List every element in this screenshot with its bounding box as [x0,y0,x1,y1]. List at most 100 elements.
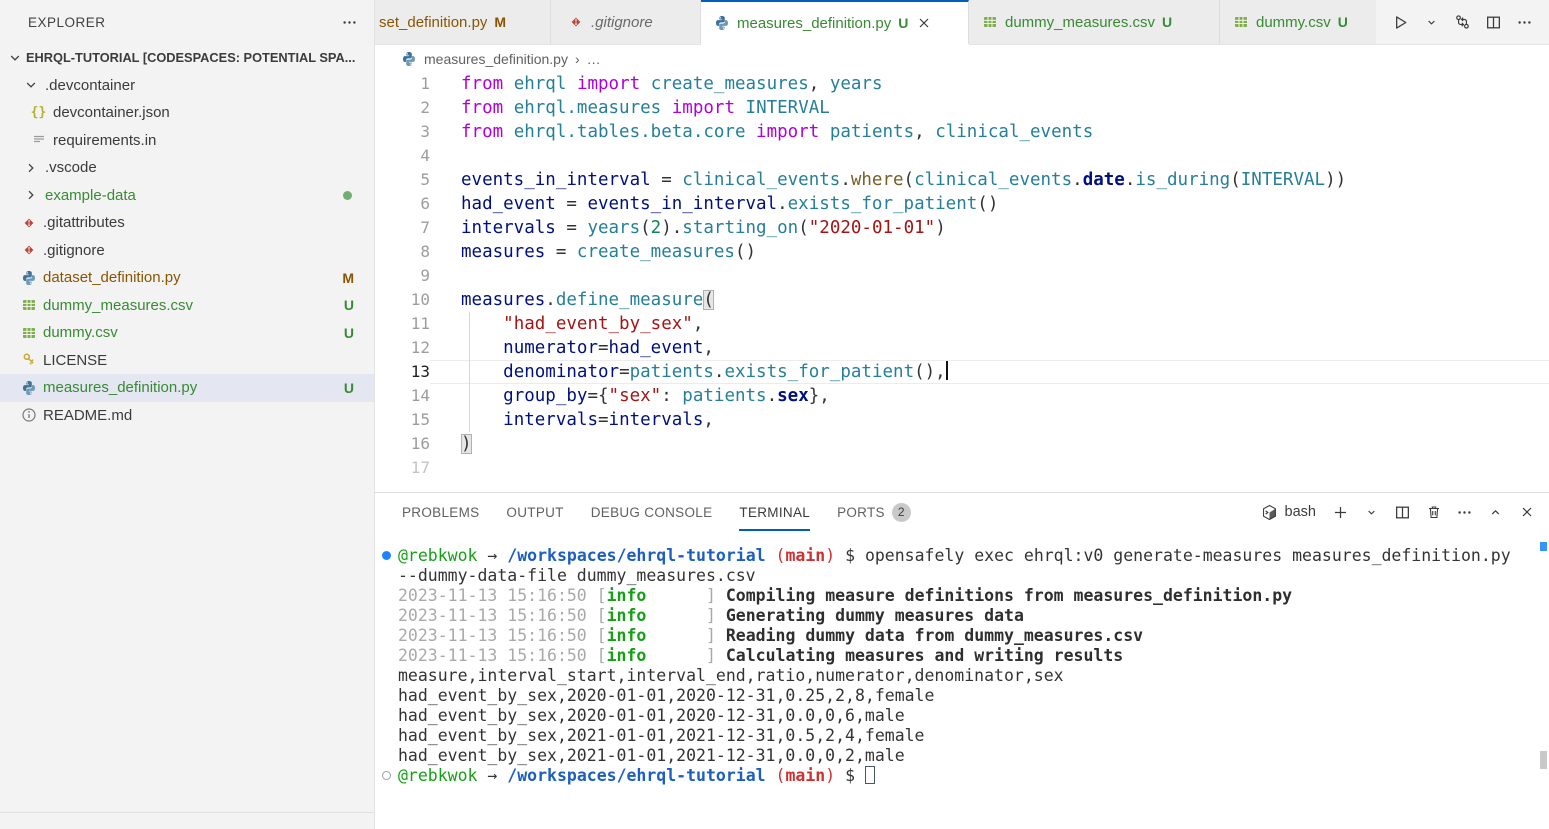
code-token: : [661,386,682,406]
code-token [746,122,757,142]
split-terminal-button[interactable] [1394,504,1411,521]
tree-item-license[interactable]: LICENSE [0,347,374,375]
run-button[interactable] [1392,14,1409,31]
terminal-token [766,766,776,785]
terminal-token: Compiling measure definitions from measu… [726,586,1292,605]
tree-item-example-data[interactable]: example-data [0,182,374,210]
code-line: 1from ehrql import create_measures, year… [375,72,1549,96]
line-number: 7 [375,216,430,240]
code-line: 11 "had_event_by_sex", [375,312,1549,336]
tab-dummy-measures-csv[interactable]: dummy_measures.csvU [969,0,1220,44]
panel-tab-ports[interactable]: PORTS2 [837,493,911,531]
tree-item-devcontainer[interactable]: .devcontainer [0,72,374,100]
tree-item-dummy-csv[interactable]: dummy.csvU [0,319,374,347]
code-token: ( [1230,170,1241,190]
code-line: 5events_in_interval = clinical_events.wh… [375,168,1549,192]
editor-tab-bar: set_definition.pyM.gitignoremeasures_def… [375,0,1549,45]
new-terminal-button[interactable] [1332,504,1349,521]
tree-item-vscode[interactable]: .vscode [0,154,374,182]
tree-item-dummy-measures-csv[interactable]: dummy_measures.csvU [0,292,374,320]
panel-tab-debug-console[interactable]: DEBUG CONSOLE [591,493,713,531]
terminal-token: main [785,766,825,785]
breadcrumb-more[interactable]: … [587,51,601,67]
code-token: import [577,74,640,94]
code-line-content [430,456,1549,480]
terminal-dropdown[interactable] [1363,504,1380,521]
code-token [661,98,672,118]
git-status-badge: U [344,380,354,396]
terminal-token: 2023-11-13 15:16:50 [ [398,626,607,645]
git-status-badge: U [1162,14,1172,30]
explorer-sidebar: EXPLORER EHRQL-TUTORIAL [CODESPACES: POT… [0,0,375,829]
terminal-line: had_event_by_sex,2021-01-01,2021-12-31,0… [398,726,1529,746]
code-token: "had_event_by_sex" [503,314,693,334]
tree-item-gitattributes[interactable]: .gitattributes [0,209,374,237]
code-token: create_measures [577,242,735,262]
code-token: where [851,170,904,190]
tree-root-folder[interactable]: EHRQL-TUTORIAL [CODESPACES: POTENTIAL SP… [0,44,374,72]
code-token: exists_for_patient [724,362,914,382]
tree-item-measures-definition-py[interactable]: measures_definition.pyU [0,374,374,402]
code-editor[interactable]: 1from ehrql import create_measures, year… [375,72,1549,492]
terminal-more-button[interactable] [1456,504,1473,521]
braces-icon: {} [30,104,47,121]
breadcrumb[interactable]: measures_definition.py › … [375,45,1549,72]
code-token: = [651,170,683,190]
code-line-content: had_event = events_in_interval.exists_fo… [430,192,1549,216]
code-token: ( [798,218,809,238]
code-token: = [598,338,609,358]
terminal-line: @rebkwok → /workspaces/ehrql-tutorial (m… [398,546,1529,566]
panel-tab-output[interactable]: OUTPUT [506,493,563,531]
tab-set-definition-py[interactable]: set_definition.pyM [375,0,551,44]
code-line: 8measures = create_measures() [375,240,1549,264]
panel-tab-problems[interactable]: PROBLEMS [402,493,479,531]
file-tree: EHRQL-TUTORIAL [CODESPACES: POTENTIAL SP… [0,44,374,429]
code-token: date [1083,170,1125,190]
terminal-line: measure,interval_start,interval_end,rati… [398,666,1529,686]
editor-actions [1376,0,1549,44]
line-number: 4 [375,144,430,168]
tree-item-dataset-definition-py[interactable]: dataset_definition.pyM [0,264,374,292]
terminal-token: ) [825,546,835,565]
code-line-content: group_by={"sex": patients.sex}, [430,384,1549,408]
terminal-token: Generating dummy measures data [726,606,1024,625]
run-dropdown[interactable] [1423,14,1440,31]
prompt-decoration-icon [382,771,391,780]
csv-icon [981,14,998,31]
kill-terminal-button[interactable] [1425,504,1442,521]
close-panel-button[interactable] [1518,504,1535,521]
line-number: 10 [375,288,430,312]
code-token: , [703,338,714,358]
tab-dummy-csv[interactable]: dummy.csvU [1220,0,1395,44]
tree-item-devcontainer-json[interactable]: {}devcontainer.json [0,99,374,127]
code-line-content [430,144,1549,168]
tree-item-readme-md[interactable]: README.md [0,402,374,430]
terminal-token [766,546,776,565]
git-icon [567,14,584,31]
line-number: 8 [375,240,430,264]
explorer-more-icon[interactable] [341,14,358,31]
more-actions-button[interactable] [1516,14,1533,31]
panel-tab-terminal[interactable]: TERMINAL [739,493,810,531]
close-tab-icon[interactable] [915,15,932,32]
tab-gitignore[interactable]: .gitignore [551,0,701,44]
outline-section-header[interactable]: OUTLINE [0,812,374,829]
tab-measures-definition-py[interactable]: measures_definition.pyU [701,0,969,44]
line-number: 16 [375,432,430,456]
tree-item-requirements-in[interactable]: requirements.in [0,127,374,155]
terminal-token: Calculating measures and writing results [726,646,1123,665]
open-changes-button[interactable] [1454,14,1471,31]
terminal-output[interactable]: @rebkwok → /workspaces/ehrql-tutorial (m… [398,540,1529,829]
tree-item-gitignore[interactable]: .gitignore [0,237,374,265]
terminal-scrollbar[interactable] [1540,751,1547,769]
code-line: 12 numerator=had_event, [375,336,1549,360]
line-number: 9 [375,264,430,288]
tree-item-label: dataset_definition.py [43,269,181,286]
maximize-panel-button[interactable] [1487,504,1504,521]
split-editor-button[interactable] [1485,14,1502,31]
code-token: }, [809,386,830,406]
terminal-shell[interactable]: bash [1261,504,1316,521]
code-token: ) [461,434,472,454]
git-status-badge: U [898,15,908,31]
code-token: is_during [1135,170,1230,190]
